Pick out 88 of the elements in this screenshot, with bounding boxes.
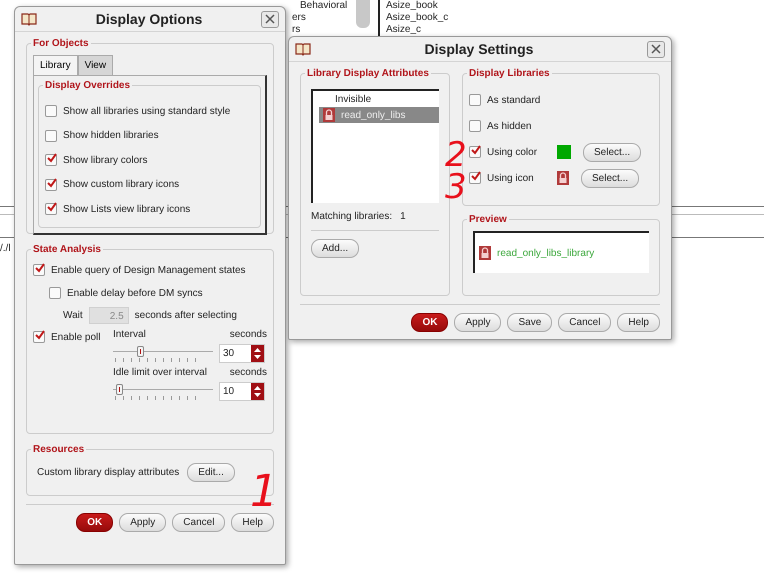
checkbox-label: Show Lists view library icons [63, 204, 190, 215]
select-button[interactable]: Select... [583, 142, 642, 162]
checkbox-label: As standard [487, 94, 542, 106]
checkbox-label: Show custom library icons [63, 179, 180, 190]
spin-box[interactable]: 30 [219, 344, 265, 362]
checkbox-label: Enable delay before DM syncs [67, 288, 203, 298]
dialog-button[interactable]: Cancel [172, 513, 226, 532]
wait-label: Wait [63, 310, 83, 320]
lock-icon [479, 246, 491, 260]
checkbox[interactable] [45, 105, 57, 118]
group-title: For Objects [32, 38, 90, 49]
resource-label: Custom library display attributes [37, 467, 180, 478]
close-icon [265, 14, 275, 24]
list-item[interactable]: Asize_c [386, 24, 686, 36]
matching-count: 1 [400, 211, 406, 222]
checkbox[interactable] [469, 172, 481, 184]
book-icon [295, 42, 311, 56]
checkbox-label: Show library colors [63, 154, 148, 166]
slider-label: Idle limit over interval [113, 367, 207, 380]
checkbox-label: As hidden [487, 120, 532, 132]
down-arrow-icon[interactable] [254, 392, 261, 396]
slider-track[interactable] [113, 381, 213, 401]
lock-icon [557, 171, 569, 185]
slider-thumb[interactable] [137, 346, 144, 357]
matching-label: Matching libraries: [311, 211, 392, 222]
unit-label: seconds after selecting [134, 310, 237, 320]
close-icon [651, 44, 661, 54]
checkbox-label: Show all libraries using standard style [63, 106, 230, 117]
slider-thumb[interactable] [116, 384, 123, 395]
up-arrow-icon[interactable] [254, 386, 261, 390]
handwritten-annotation: 1 [250, 470, 278, 514]
slider-track[interactable] [113, 343, 213, 363]
dialog-button[interactable]: Help [231, 513, 274, 532]
checkbox-label: Enable poll [51, 332, 100, 342]
dialog-button[interactable]: Help [617, 313, 660, 332]
preview-text: read_only_libs_library [497, 248, 594, 258]
checkbox[interactable] [45, 130, 57, 142]
close-button[interactable] [261, 10, 279, 28]
list-item: rs [292, 24, 300, 36]
slider-label: Interval [113, 329, 146, 342]
close-button[interactable] [647, 40, 665, 58]
book-icon [21, 12, 37, 26]
checkbox[interactable] [469, 146, 481, 158]
checkbox-label: Using color [487, 146, 538, 158]
dialog-button[interactable]: Cancel [558, 313, 612, 332]
checkbox-label: Using icon [487, 172, 535, 184]
add-button[interactable]: Add... [311, 239, 360, 258]
group-title: Resources [32, 444, 86, 455]
group-title: Display Libraries [468, 68, 551, 79]
tab[interactable]: View [78, 55, 114, 75]
handwritten-annotation: 3 [445, 170, 467, 204]
unit-label: seconds [230, 329, 267, 342]
select-button[interactable]: Select... [581, 168, 640, 188]
path-text: /./l [0, 243, 11, 254]
checkbox[interactable] [45, 203, 57, 216]
list-item[interactable]: Asize_book [386, 0, 686, 12]
tab[interactable]: Library [33, 55, 78, 75]
group-title: Display Overrides [44, 80, 132, 91]
up-arrow-icon[interactable] [254, 348, 261, 352]
spin-box[interactable]: 10 [219, 382, 265, 400]
list-item[interactable]: Invisible [313, 91, 439, 107]
checkbox[interactable] [33, 331, 45, 343]
checkbox-label: Enable query of Design Management states [51, 264, 246, 276]
window-title: Display Options [94, 11, 204, 27]
checkbox[interactable] [45, 154, 57, 166]
group-title: State Analysis [32, 244, 102, 255]
group-title: Preview [468, 214, 508, 225]
checkbox-label: Show hidden libraries [63, 130, 159, 142]
lock-icon [323, 108, 335, 122]
checkbox[interactable] [469, 94, 481, 106]
dialog-button[interactable]: Apply [454, 313, 502, 332]
unit-label: seconds [230, 367, 267, 380]
checkbox[interactable] [33, 264, 45, 276]
scrollbar[interactable] [356, 0, 370, 28]
list-item: ers [292, 12, 306, 24]
list-item[interactable]: Asize_book_c [386, 12, 686, 24]
dialog-button[interactable]: OK [411, 313, 448, 332]
checkbox[interactable] [45, 178, 57, 191]
group-title: Library Display Attributes [306, 68, 430, 79]
edit-button[interactable]: Edit... [187, 463, 235, 482]
dialog-button[interactable]: Save [507, 313, 552, 332]
handwritten-annotation: 2 [445, 138, 467, 172]
checkbox[interactable] [49, 287, 61, 299]
dialog-button[interactable]: Apply [119, 513, 166, 532]
checkbox[interactable] [469, 120, 481, 132]
down-arrow-icon[interactable] [254, 354, 261, 358]
window-title: Display Settings [424, 41, 534, 57]
dialog-button[interactable]: OK [76, 513, 114, 532]
